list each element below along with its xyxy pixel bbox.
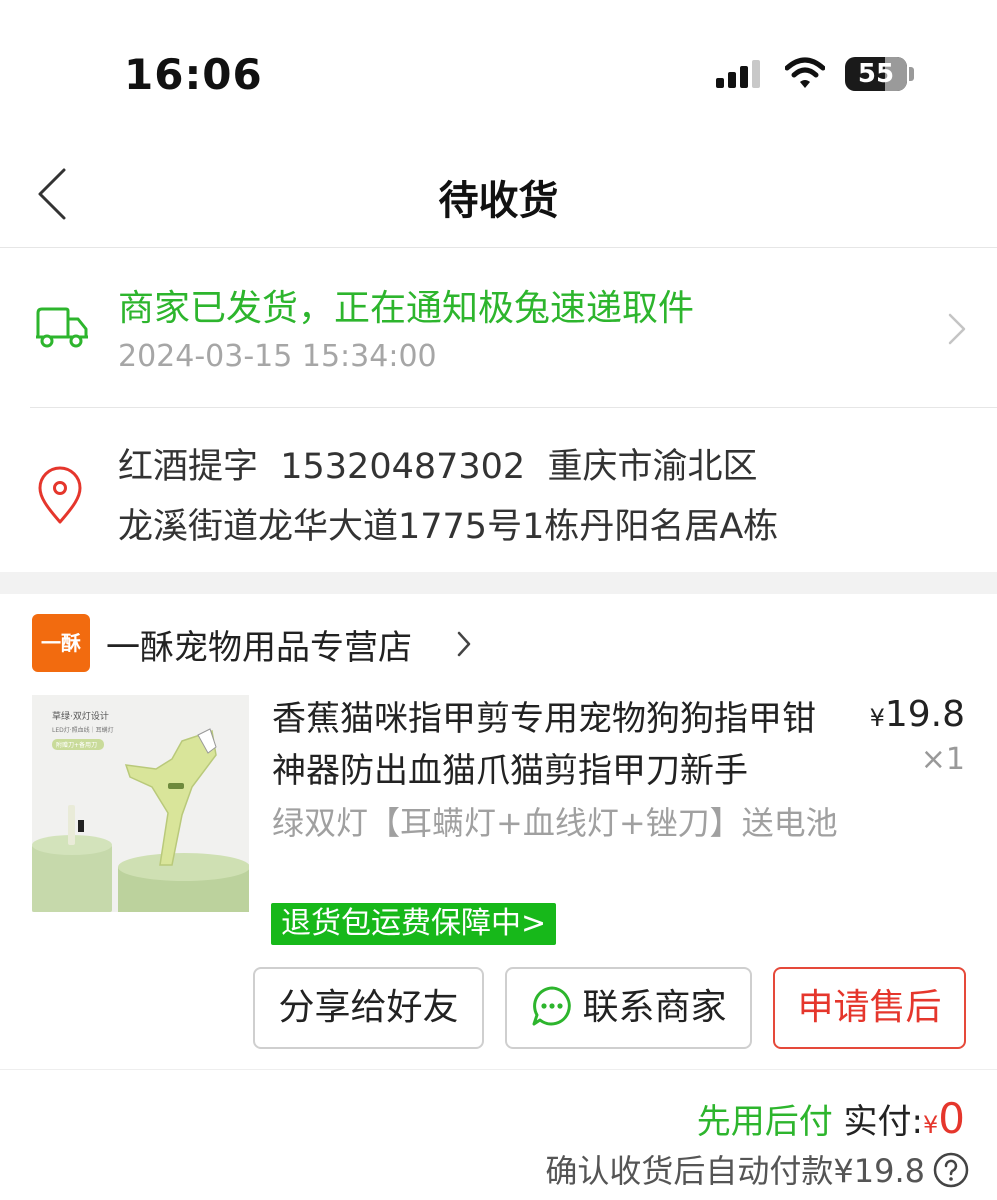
chevron-right-icon bbox=[457, 631, 471, 657]
paid-label: 实付: bbox=[843, 1102, 923, 1142]
status-time: 16:06 bbox=[124, 50, 263, 99]
status-bar: 16:06 55 bbox=[0, 0, 997, 150]
product-spec: 绿双灯【耳螨灯+血线灯+锉刀】送电池 bbox=[272, 804, 838, 842]
after-sale-button[interactable]: 申请售后 bbox=[773, 967, 966, 1049]
svg-text:LED灯·照血线｜耳螨灯: LED灯·照血线｜耳螨灯 bbox=[52, 726, 114, 734]
address-detail: 龙溪街道龙华大道1775号1栋丹阳名居A栋 bbox=[118, 507, 779, 547]
product-photo: 草绿·双灯设计 LED灯·照血线｜耳螨灯 附赠刀+备用刀 bbox=[32, 695, 249, 912]
product-title[interactable]: 香蕉猫咪指甲剪专用宠物狗狗指甲钳神器防出血猫爪猫剪指甲刀新手 bbox=[272, 693, 842, 797]
battery-indicator: 55 bbox=[845, 57, 907, 91]
battery-nub bbox=[909, 67, 914, 81]
paid-amount: 0 bbox=[938, 1094, 965, 1143]
nav-bar: 待收货 bbox=[0, 150, 997, 248]
truck-icon bbox=[36, 307, 88, 348]
shipping-address: 红酒提字 15320487302 重庆市渝北区 龙溪街道龙华大道1775号1栋丹… bbox=[0, 408, 997, 572]
address-recipient: 红酒提字 15320487302 重庆市渝北区 bbox=[118, 447, 758, 487]
share-button[interactable]: 分享给好友 bbox=[253, 967, 484, 1049]
divider bbox=[0, 1069, 997, 1070]
logistics-status: 商家已发货，正在通知极兔速递取件 bbox=[118, 288, 695, 329]
shop-logo: 一酥 bbox=[32, 614, 90, 672]
battery-level: 55 bbox=[857, 59, 895, 89]
chat-icon bbox=[532, 986, 572, 1026]
product-quantity: ×1 bbox=[920, 742, 965, 777]
auto-pay-text: 确认收货后自动付款¥19.8 bbox=[545, 1152, 925, 1190]
pay-later-label: 先用后付 bbox=[696, 1102, 833, 1142]
contact-seller-label: 联系商家 bbox=[582, 987, 727, 1028]
page-title: 待收货 bbox=[438, 178, 559, 224]
payment-summary: 先用后付 实付:¥0 bbox=[697, 1094, 965, 1143]
location-pin-icon bbox=[38, 466, 82, 524]
section-gap bbox=[0, 572, 997, 594]
price-currency: ¥ bbox=[869, 704, 885, 732]
product-image[interactable]: 草绿·双灯设计 LED灯·照血线｜耳螨灯 附赠刀+备用刀 bbox=[32, 695, 249, 912]
contact-seller-button[interactable]: 联系商家 bbox=[505, 967, 752, 1049]
svg-text:草绿·双灯设计: 草绿·双灯设计 bbox=[52, 710, 109, 722]
svg-text:附赠刀+备用刀: 附赠刀+备用刀 bbox=[56, 741, 97, 749]
logistics-row[interactable]: 商家已发货，正在通知极兔速递取件 2024-03-15 15:34:00 bbox=[0, 249, 997, 407]
auto-pay-note: 确认收货后自动付款¥19.8 bbox=[545, 1146, 969, 1192]
shop-row[interactable]: 一酥 一酥宠物用品专营店 bbox=[0, 594, 997, 692]
shop-name: 一酥宠物用品专营店 bbox=[106, 628, 412, 668]
return-shipping-badge[interactable]: 退货包运费保障中> bbox=[271, 903, 557, 945]
paid-currency: ¥ bbox=[922, 1111, 939, 1139]
price-value: 19.8 bbox=[884, 694, 965, 735]
signal-icon bbox=[716, 60, 760, 88]
question-icon[interactable] bbox=[933, 1152, 969, 1188]
logistics-time: 2024-03-15 15:34:00 bbox=[118, 339, 437, 374]
wifi-icon bbox=[785, 57, 825, 88]
product-price: ¥19.8 bbox=[870, 694, 965, 735]
chevron-right-icon bbox=[948, 313, 966, 345]
